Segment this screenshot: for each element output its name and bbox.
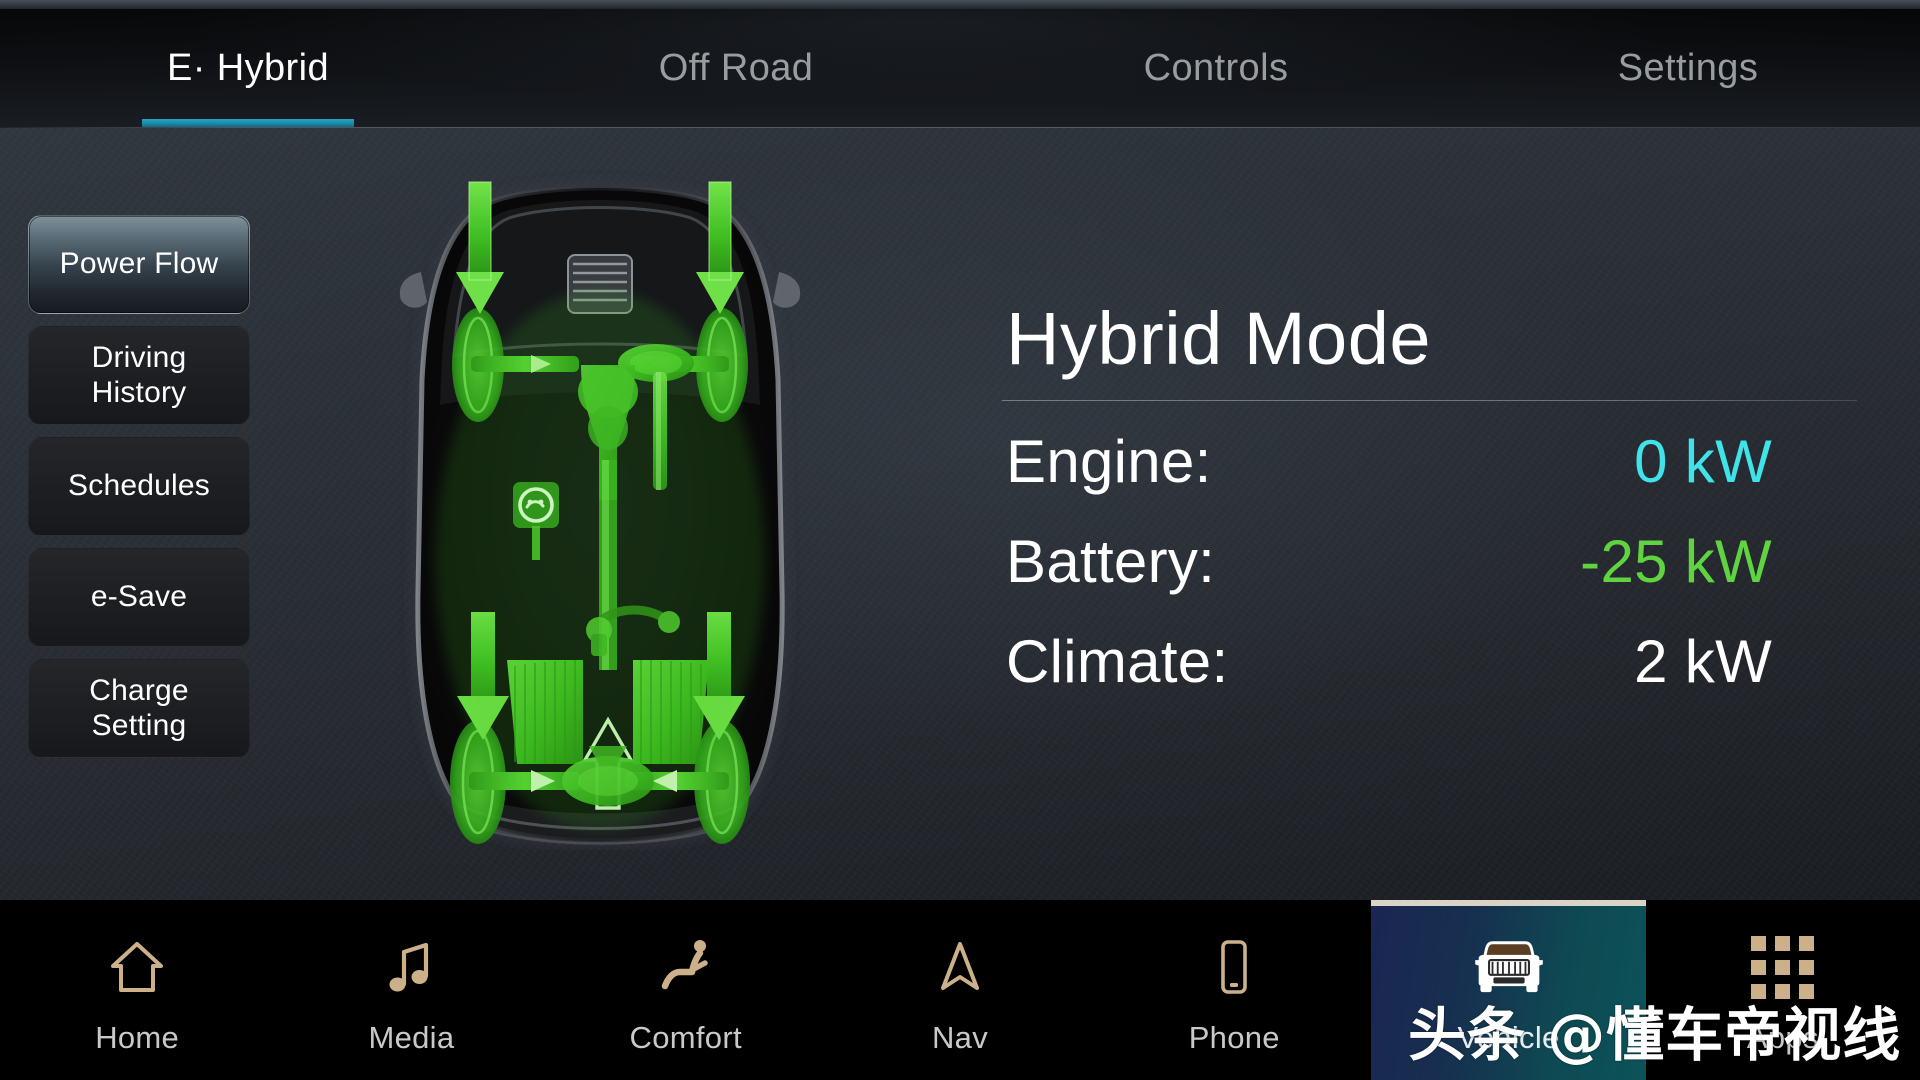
sidebar-item-label: Driving History xyxy=(92,341,187,411)
top-chrome-strip xyxy=(0,0,1920,9)
readout-value-battery: -25 kW xyxy=(1580,527,1772,595)
readout-row-climate: Climate: 2 kW xyxy=(1002,627,1864,727)
apps-grid-icon xyxy=(1744,928,1822,1006)
active-tab-indicator xyxy=(142,119,354,127)
tab-e-hybrid[interactable]: E· Hybrid xyxy=(0,9,496,128)
seat-person-icon xyxy=(647,928,725,1006)
nav-item-nav[interactable]: Nav xyxy=(823,900,1097,1080)
nav-item-label: Home xyxy=(95,1020,180,1055)
nav-item-media[interactable]: Media xyxy=(274,900,548,1080)
phone-icon xyxy=(1195,928,1273,1006)
readout-label: Climate: xyxy=(1006,627,1229,695)
nav-item-home[interactable]: Home xyxy=(0,900,274,1080)
readout-value-climate: 2 kW xyxy=(1634,627,1772,695)
top-tab-bar: E· Hybrid Off Road Controls Settings xyxy=(0,9,1920,128)
nav-item-label: Phone xyxy=(1188,1020,1280,1055)
nav-item-label: Media xyxy=(368,1020,455,1055)
readout-row-battery: Battery: -25 kW xyxy=(1002,527,1864,627)
sidebar-item-label: e-Save xyxy=(90,580,188,614)
readout-rows: Engine: 0 kW Battery: -25 kW Climate: 2 … xyxy=(1002,427,1864,727)
sidebar-item-label: Schedules xyxy=(68,469,210,503)
tab-off-road[interactable]: Off Road xyxy=(496,9,976,128)
nav-item-comfort[interactable]: Comfort xyxy=(549,900,823,1080)
nav-item-label: Nav xyxy=(931,1020,988,1055)
nav-item-label: Apps xyxy=(1746,1020,1819,1055)
sidebar-menu: Power Flow Driving History Schedules e-S… xyxy=(28,215,250,758)
readout-label: Battery: xyxy=(1006,527,1216,595)
sidebar-item-label-line1: Driving xyxy=(91,340,187,374)
bottom-navigation-bar: Home Media Comfort Nav Phone Vehicle App… xyxy=(0,900,1920,1080)
sidebar-item-charge-setting[interactable]: Charge Setting xyxy=(28,659,250,758)
title-divider xyxy=(1002,399,1857,401)
nav-item-phone[interactable]: Phone xyxy=(1097,900,1371,1080)
tab-label: Controls xyxy=(1143,47,1289,89)
sidebar-item-label: Power Flow xyxy=(59,247,219,281)
tab-settings[interactable]: Settings xyxy=(1456,9,1920,128)
readout-label: Engine: xyxy=(1006,427,1212,495)
tab-label: Settings xyxy=(1617,47,1759,89)
tab-label: Off Road xyxy=(658,47,814,89)
tab-controls[interactable]: Controls xyxy=(976,9,1456,128)
power-flow-vehicle-diagram xyxy=(385,160,815,850)
page-title: Hybrid Mode xyxy=(1006,297,1432,380)
nav-item-vehicle[interactable]: Vehicle xyxy=(1371,900,1646,1080)
sidebar-item-e-save[interactable]: e-Save xyxy=(28,548,250,647)
nav-item-label: Vehicle xyxy=(1457,1020,1560,1055)
readout-value-engine: 0 kW xyxy=(1634,427,1772,495)
sidebar-item-power-flow[interactable]: Power Flow xyxy=(28,215,250,314)
nav-item-label: Comfort xyxy=(629,1020,742,1055)
sidebar-item-label-line2: History xyxy=(91,375,187,409)
sidebar-item-label-line1: Charge xyxy=(89,673,189,707)
car-front-icon xyxy=(1470,928,1548,1006)
tab-label: E· Hybrid xyxy=(167,47,329,89)
infotainment-screen: E· Hybrid Off Road Controls Settings Pow… xyxy=(0,0,1920,1080)
power-readout-panel: Hybrid Mode Engine: 0 kW Battery: -25 kW… xyxy=(1002,300,1864,727)
nav-item-apps[interactable]: Apps xyxy=(1646,900,1920,1080)
sidebar-item-driving-history[interactable]: Driving History xyxy=(28,326,250,425)
home-icon xyxy=(98,928,176,1006)
navigation-arrow-icon xyxy=(921,928,999,1006)
sidebar-item-schedules[interactable]: Schedules xyxy=(28,437,250,536)
readout-row-engine: Engine: 0 kW xyxy=(1002,427,1864,527)
sidebar-item-label-line2: Setting xyxy=(91,708,187,742)
music-note-icon xyxy=(372,928,450,1006)
sidebar-item-label: Charge Setting xyxy=(89,674,189,744)
